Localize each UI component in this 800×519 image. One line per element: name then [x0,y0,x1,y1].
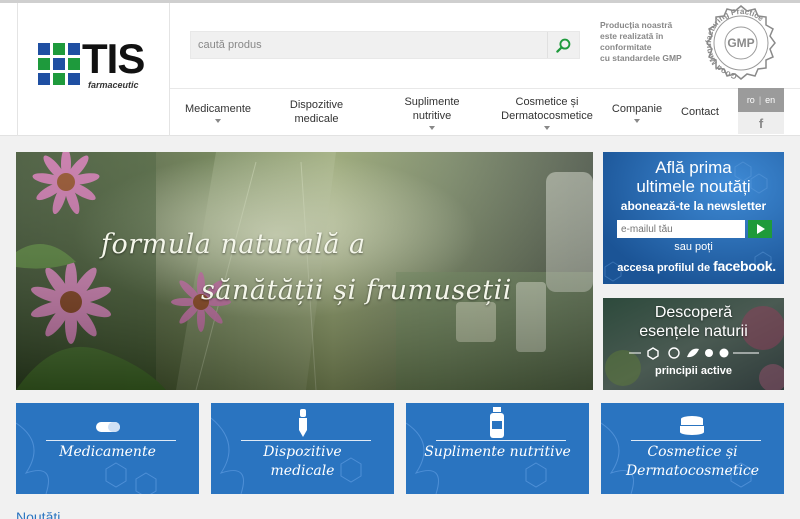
search-input[interactable] [191,32,546,58]
logo-mark-icon [38,43,80,85]
category-dispozitive-medicale[interactable]: Dispozitive medicale [211,403,394,494]
active-principles-box[interactable]: Descoperă esențele naturii principii act… [603,298,784,390]
search-bar [190,31,580,59]
category-divider [631,440,761,441]
gmp-line: Producția noastră [600,20,673,30]
nav-item-dispozitive[interactable]: Dispozitive medicale [274,89,359,135]
nav-label: Dispozitive medicale [289,99,344,125]
pill-icon [96,422,120,432]
nav-label: Contact [681,106,719,118]
category-label: Medicamente [59,444,156,460]
nav-label: Suplimente nutritive [404,95,460,122]
category-divider [46,440,176,441]
play-icon [756,224,765,234]
category-suplimente-nutritive[interactable]: Suplimente nutritive [406,403,589,494]
nav-label: Medicamente [184,102,252,115]
cream-jar-icon [680,416,704,435]
facebook-profile-prefix: accesa profilul de [617,262,711,274]
logo-subtitle: farmaceutic [88,80,139,90]
active-principles-link-text: principii active [654,365,733,377]
hero-banner[interactable]: formula naturală a sănătății și frumuseț… [16,152,593,390]
gmp-statement: Producția noastră este realizată în conf… [600,20,695,64]
category-cosmetice[interactable]: Cosmetice și Dermatocosmetice [601,403,784,494]
chevron-down-icon [215,118,221,123]
nav-item-companie[interactable]: Companie [606,89,668,135]
newsletter-box: Află prima ultimele noutăți abonează-te … [603,152,784,284]
nav-item-cosmetice[interactable]: Cosmetice și Dermatocosmetice [492,89,602,135]
facebook-icon: f [758,115,764,131]
newsletter-title-line1: Află prima [655,158,732,177]
nav-item-contact[interactable]: Contact [674,89,726,135]
lang-separator: | [758,95,762,105]
active-principles-title-line1: Descoperă [654,304,733,321]
chevron-down-icon [429,125,435,130]
category-label: Suplimente nutritive [424,444,571,460]
page: TIS farmaceutic Producția noastră este r… [0,0,800,519]
search-button[interactable] [547,32,579,58]
main-nav: Medicamente Dispozitive medicale Suplime… [170,88,800,134]
ingredient-icons [629,347,759,360]
search-icon [556,38,571,53]
facebook-link[interactable]: f [738,112,784,134]
newsletter-or-text: sau poți [674,241,713,253]
newsletter-title-line2: ultimele noutăți [636,177,751,196]
lang-en[interactable]: en [765,95,775,105]
active-principles-title-line2: esențele naturii [639,323,748,340]
gmp-line: cu standardele GMP [600,53,682,63]
logo[interactable]: TIS farmaceutic [17,3,170,136]
facebook-wordmark: facebook. [713,258,776,274]
nav-item-suplimente[interactable]: Suplimente nutritive [392,89,472,135]
newsletter-email-input[interactable] [617,220,745,238]
category-label: Dispozitive medicale [263,444,342,479]
gmp-line: este realizată în [600,31,664,41]
chevron-down-icon [634,118,640,123]
newsletter-subscribe-text: abonează-te la newsletter [620,199,767,213]
nav-label: Cosmetice și Dermatocosmetice [501,95,593,122]
facebook-profile-link[interactable]: accesa profilul de facebook. [609,258,784,274]
gmp-line: conformitate [600,42,652,52]
gmp-seal-center: GMP [727,36,754,50]
newsletter-submit-button[interactable] [748,220,772,238]
news-section-heading: Noutăți... [16,509,73,519]
nav-label: Companie [611,102,663,115]
hero-photo [16,152,593,390]
hero-heading-line1: formula naturală a [101,229,366,260]
category-label: Cosmetice și Dermatocosmetice [625,444,760,479]
language-switcher: ro | en [738,88,784,112]
chevron-down-icon [544,125,550,130]
lang-ro[interactable]: ro [747,95,755,105]
category-medicamente[interactable]: Medicamente [16,403,199,494]
category-divider [436,440,566,441]
bottle-icon [490,407,504,438]
dropper-icon [299,409,307,437]
category-divider [241,440,371,441]
nav-item-medicamente[interactable]: Medicamente [178,89,258,135]
logo-name: TIS [82,35,145,82]
gmp-seal-icon: Good Manufacturing Practice GMP [704,5,776,81]
hero-heading-line2: sănătății și frumuseții [201,275,512,306]
